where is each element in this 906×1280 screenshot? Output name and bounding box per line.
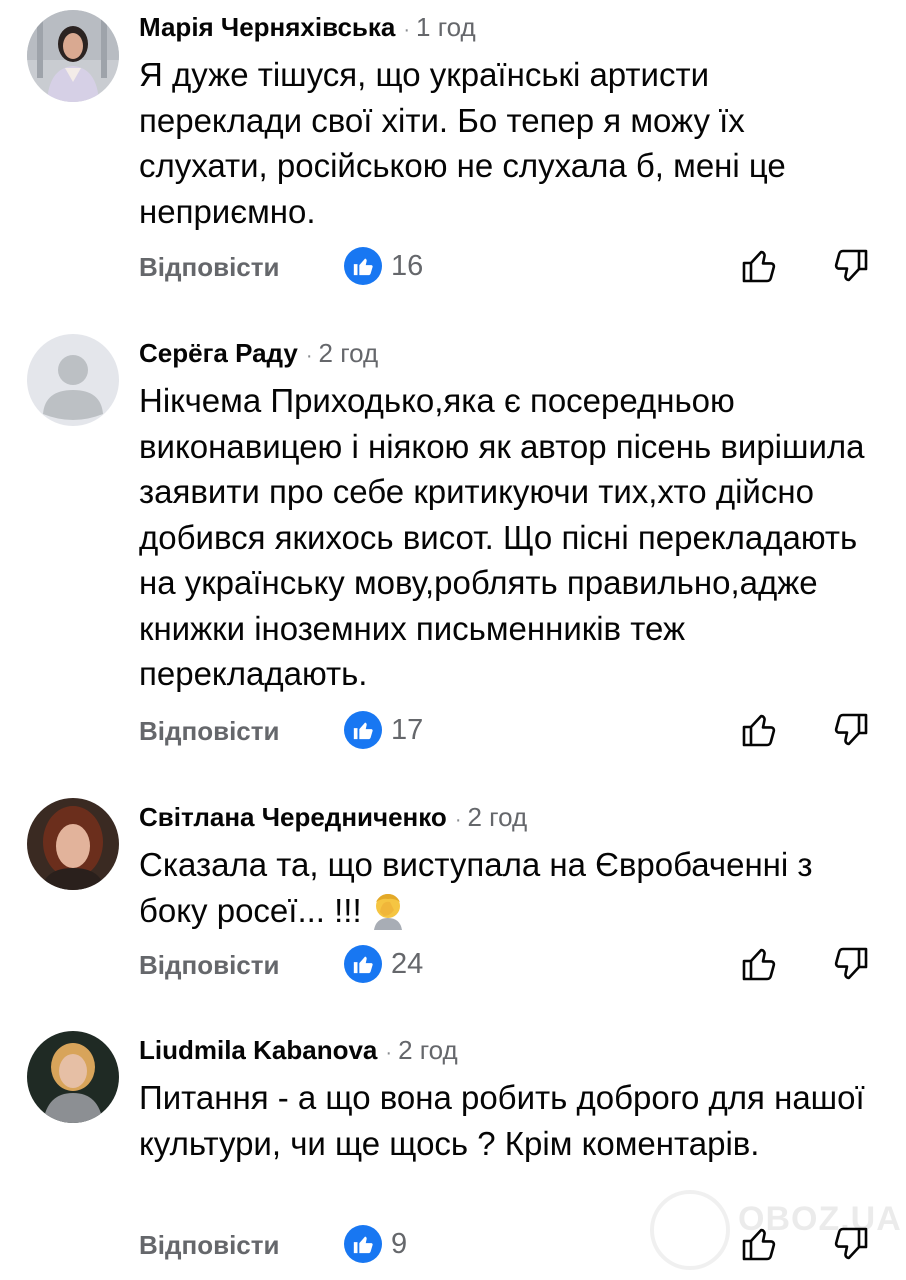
avatar[interactable] bbox=[27, 334, 119, 426]
dislike-button[interactable] bbox=[831, 246, 871, 286]
watermark-logo-icon bbox=[650, 1190, 730, 1270]
avatar[interactable] bbox=[27, 1031, 119, 1123]
like-button[interactable] bbox=[739, 944, 779, 984]
timestamp[interactable]: 2 год bbox=[398, 1035, 458, 1065]
reaction-summary[interactable]: 17 bbox=[344, 711, 423, 749]
comment-text-content: Сказала та, що виступала на Євробаченні … bbox=[139, 846, 813, 929]
like-count: 16 bbox=[391, 249, 424, 282]
dislike-button[interactable] bbox=[831, 944, 871, 984]
like-count: 24 bbox=[391, 947, 424, 980]
dislike-button[interactable] bbox=[831, 710, 871, 750]
reply-button[interactable]: Відповісти bbox=[139, 950, 279, 981]
comment-text: Сказала та, що виступала на Євробаченні … bbox=[139, 842, 879, 933]
like-reaction-icon bbox=[344, 945, 382, 983]
separator-dot: · bbox=[454, 809, 462, 831]
separator-dot: · bbox=[305, 345, 313, 367]
reply-button[interactable]: Відповісти bbox=[139, 716, 279, 747]
like-reaction-icon bbox=[344, 247, 382, 285]
like-button[interactable] bbox=[739, 710, 779, 750]
comment-text: Нікчема Приходько,яка є посередньою вико… bbox=[139, 382, 865, 692]
avatar[interactable] bbox=[27, 798, 119, 890]
comment-text: Я дуже тішуся, що українські артисти пер… bbox=[139, 56, 786, 230]
reaction-summary[interactable]: 9 bbox=[344, 1225, 407, 1263]
separator-dot: · bbox=[385, 1042, 393, 1064]
comment-text: Питання - а що вона робить доброго для н… bbox=[139, 1079, 865, 1162]
separator-dot: · bbox=[403, 19, 411, 41]
watermark: OBOZ.UA bbox=[738, 1200, 902, 1238]
timestamp[interactable]: 2 год bbox=[319, 338, 379, 368]
like-count: 17 bbox=[391, 713, 424, 746]
timestamp[interactable]: 1 год bbox=[416, 12, 476, 42]
author-name[interactable]: Світлана Чередниченко bbox=[139, 802, 447, 832]
facepalm-emoji-icon bbox=[368, 890, 408, 930]
author-name[interactable]: Марія Черняхівська bbox=[139, 12, 395, 42]
reaction-summary[interactable]: 16 bbox=[344, 247, 423, 285]
reply-button[interactable]: Відповісти bbox=[139, 252, 279, 283]
like-button[interactable] bbox=[739, 246, 779, 286]
like-count: 9 bbox=[391, 1227, 408, 1260]
like-reaction-icon bbox=[344, 711, 382, 749]
avatar[interactable] bbox=[27, 10, 119, 102]
like-reaction-icon bbox=[344, 1225, 382, 1263]
timestamp[interactable]: 2 год bbox=[467, 802, 527, 832]
author-name[interactable]: Серёга Раду bbox=[139, 338, 298, 368]
reaction-summary[interactable]: 24 bbox=[344, 945, 423, 983]
author-name[interactable]: Liudmila Kabanova bbox=[139, 1035, 377, 1065]
reply-button[interactable]: Відповісти bbox=[139, 1230, 279, 1261]
